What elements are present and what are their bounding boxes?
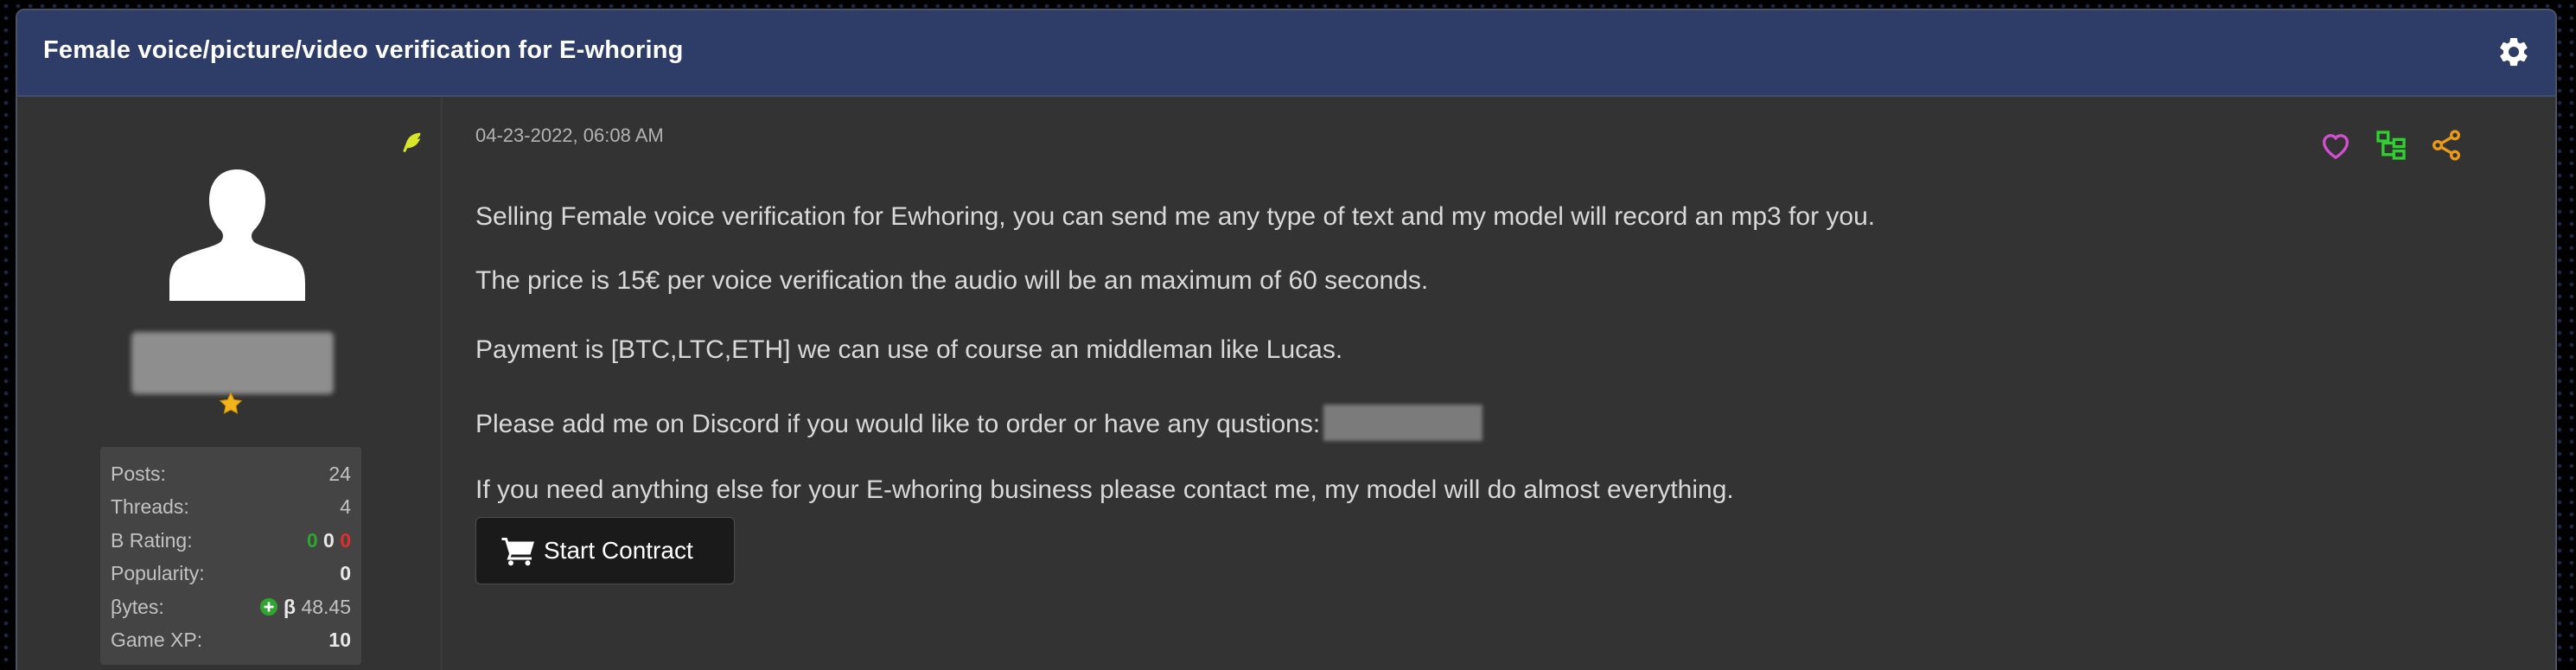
thread-header: Female voice/picture/video verification …: [17, 10, 2555, 97]
feather-icon: [398, 130, 424, 156]
stat-posts: Posts: 24: [111, 457, 351, 491]
stat-label: βytes:: [111, 595, 164, 618]
post-paragraph: Please add me on Discord if you would li…: [475, 410, 1321, 438]
post-paragraph: The price is 15€ per voice verification …: [475, 266, 1429, 295]
cart-icon: [501, 538, 534, 566]
post-paragraph-discord: Please add me on Discord if you would li…: [475, 405, 1483, 441]
stat-b-rating[interactable]: B Rating: 0 0 0: [111, 524, 351, 558]
tree-icon[interactable]: [2374, 128, 2408, 163]
stat-value: 10: [328, 629, 351, 652]
redacted-discord-handle: [1323, 405, 1483, 441]
avatar[interactable]: [166, 166, 309, 304]
post-actions: [2318, 128, 2464, 163]
user-stats: Posts: 24 Threads: 4 B Rating: 0 0 0 Pop…: [100, 447, 361, 665]
rating-values: 0 0 0: [307, 529, 351, 552]
stat-popularity: Popularity: 0: [111, 558, 351, 591]
stat-label: Posts:: [111, 462, 166, 485]
thread-title: Female voice/picture/video verification …: [43, 36, 684, 64]
post-paragraph: Selling Female voice verification for Ew…: [475, 202, 1876, 231]
stat-value: 4: [340, 495, 351, 519]
share-icon[interactable]: [2429, 128, 2464, 163]
start-contract-label: Start Contract: [544, 537, 693, 564]
stat-value: 24: [328, 462, 351, 485]
sidebar-divider: [441, 97, 443, 670]
start-contract-button[interactable]: Start Contract: [475, 517, 735, 584]
rating-neutral: 0: [323, 528, 335, 552]
stat-value: 0: [340, 562, 351, 585]
post-container: Female voice/picture/video verification …: [16, 9, 2557, 670]
stat-game-xp: Game XP: 10: [111, 624, 351, 658]
gear-icon[interactable]: [2496, 35, 2531, 69]
rating-positive: 0: [306, 528, 318, 552]
heart-icon[interactable]: [2318, 128, 2353, 163]
author-sidebar: Posts: 24 Threads: 4 B Rating: 0 0 0 Pop…: [17, 97, 441, 670]
stat-label: Threads:: [111, 495, 189, 519]
stat-value: 48.45: [301, 595, 351, 618]
plus-circle-icon[interactable]: [259, 597, 278, 616]
beta-symbol: β: [284, 595, 296, 618]
username[interactable]: [131, 332, 334, 394]
bytes-values: β 48.45: [259, 596, 351, 619]
stat-bytes: βytes: β 48.45: [111, 590, 351, 624]
post-date: 04-23-2022, 06:08 AM: [475, 124, 664, 146]
stat-label: Game XP:: [111, 629, 203, 652]
star-icon: [218, 391, 244, 417]
stat-label: B Rating:: [111, 528, 193, 552]
post-body: 04-23-2022, 06:08 AM Selling Female voic…: [475, 97, 2541, 670]
post-paragraph: If you need anything else for your E-who…: [475, 475, 1734, 504]
post-paragraph: Payment is [BTC,LTC,ETH] we can use of c…: [475, 335, 1343, 364]
stat-label: Popularity:: [111, 562, 205, 585]
stat-threads: Threads: 4: [111, 491, 351, 525]
rating-negative: 0: [340, 528, 351, 552]
